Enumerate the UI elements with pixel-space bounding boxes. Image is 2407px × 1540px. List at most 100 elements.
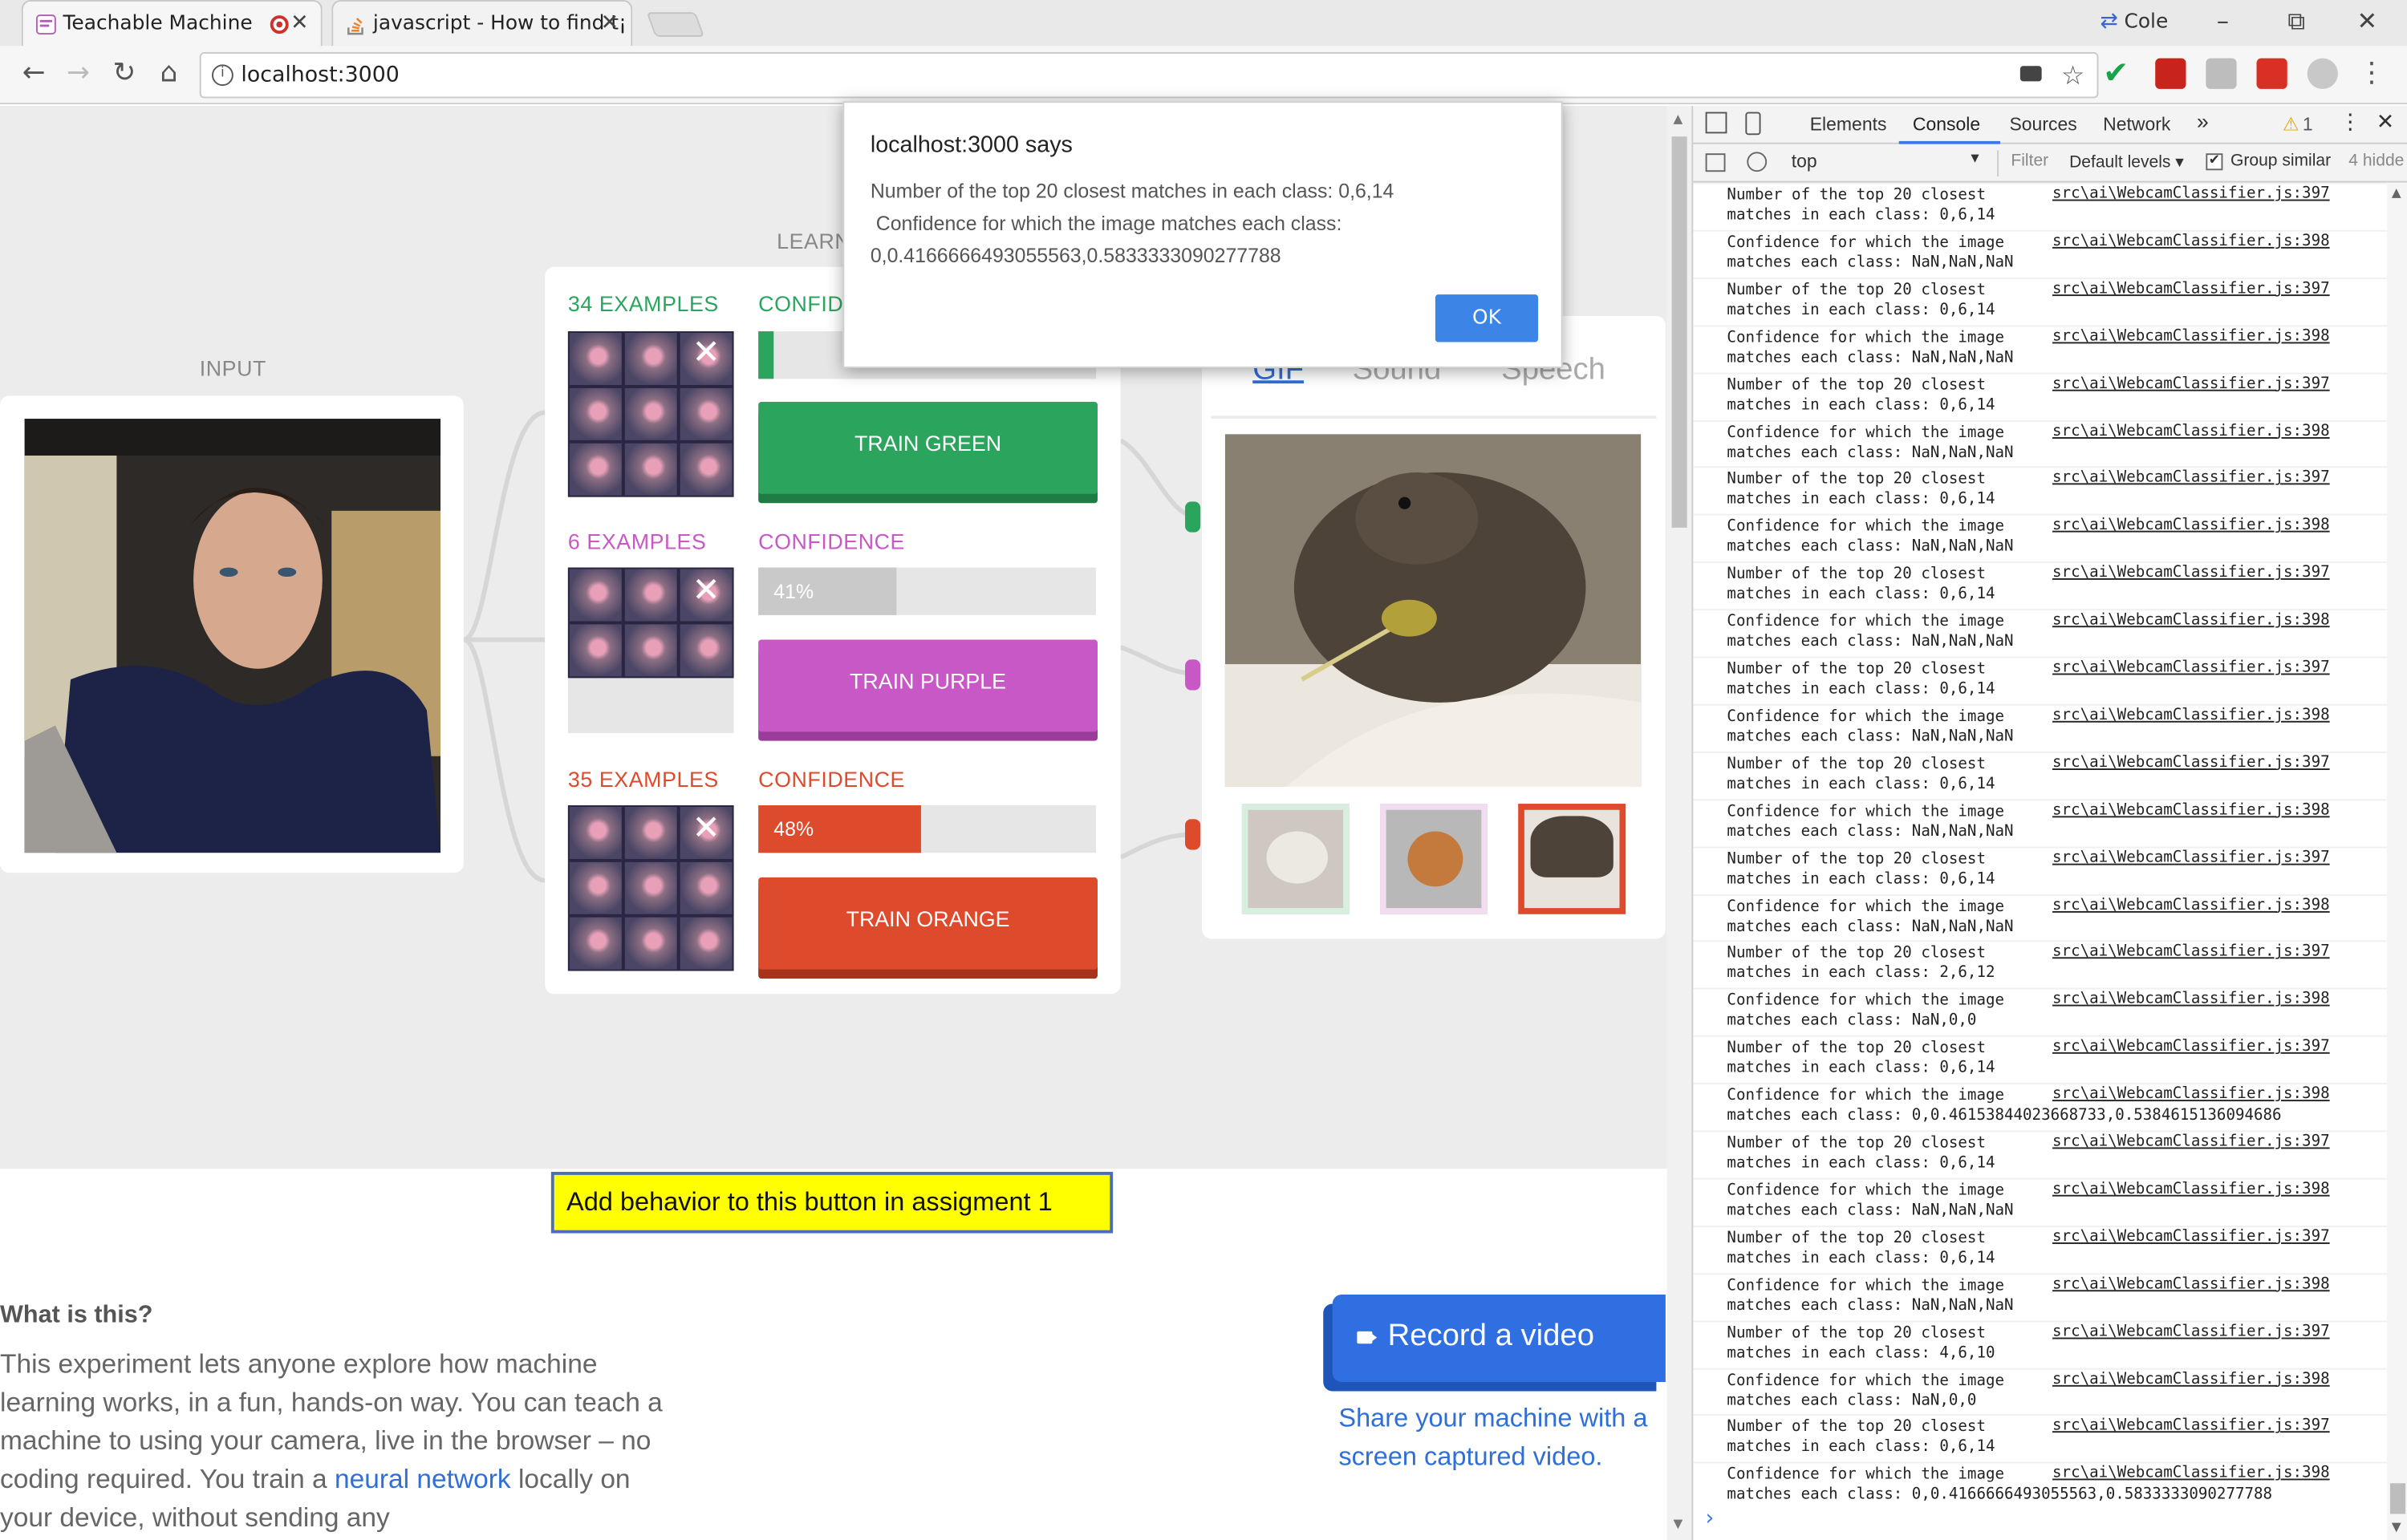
levels-value: Default levels bbox=[2069, 153, 2171, 172]
minimize-button[interactable]: – bbox=[2204, 6, 2241, 35]
profile-chip[interactable]: ⇄ Cole bbox=[2100, 9, 2168, 34]
network-link[interactable]: network bbox=[416, 1463, 510, 1493]
new-tab-button[interactable] bbox=[646, 12, 705, 37]
reload-icon[interactable]: ↻ bbox=[106, 57, 143, 89]
console-scrollbar[interactable]: ▲ ▼ bbox=[2387, 182, 2407, 1540]
console-log-source-link[interactable]: src\ai\WebcamClassifier.js:397 bbox=[2052, 565, 2330, 582]
ok-button[interactable]: OK bbox=[1435, 294, 1539, 342]
train-green-button[interactable]: TRAIN GREEN bbox=[758, 402, 1098, 494]
console-log-source-link[interactable]: src\ai\WebcamClassifier.js:398 bbox=[2052, 897, 2330, 914]
group-similar-checkbox[interactable]: ✔ bbox=[2206, 153, 2223, 171]
scroll-up-arrow-icon[interactable]: ▲ bbox=[1673, 112, 1682, 126]
stack-extension-icon[interactable] bbox=[2256, 58, 2287, 89]
tab-teachable-machine[interactable]: Teachable Machine ✕ bbox=[21, 0, 323, 47]
address-bar[interactable]: i localhost:3000 ☆ bbox=[199, 52, 2099, 99]
console-log-source-link[interactable]: src\ai\WebcamClassifier.js:397 bbox=[2052, 659, 2330, 676]
forward-icon[interactable]: → bbox=[60, 57, 97, 89]
console-log-source-link[interactable]: src\ai\WebcamClassifier.js:398 bbox=[2052, 1275, 2330, 1292]
console-log-source-link[interactable]: src\ai\WebcamClassifier.js:397 bbox=[2052, 1418, 2330, 1435]
console-log-source-link[interactable]: src\ai\WebcamClassifier.js:398 bbox=[2052, 991, 2330, 1008]
console-log-source-link[interactable]: src\ai\WebcamClassifier.js:397 bbox=[2052, 944, 2330, 961]
console-log-source-link[interactable]: src\ai\WebcamClassifier.js:398 bbox=[2052, 612, 2330, 629]
clear-console-icon[interactable] bbox=[1747, 152, 1768, 172]
console-log-source-link[interactable]: src\ai\WebcamClassifier.js:398 bbox=[2052, 328, 2330, 345]
more-tabs-icon[interactable]: » bbox=[2197, 109, 2209, 134]
console-scroll-down-icon[interactable]: ▼ bbox=[2392, 1520, 2401, 1534]
info-icon[interactable]: i bbox=[212, 64, 233, 87]
devtools-menu-icon[interactable]: ⋮ bbox=[2340, 111, 2361, 136]
page-scrollbar-thumb[interactable] bbox=[1671, 136, 1687, 528]
pdf-extension-icon[interactable] bbox=[2155, 58, 2186, 89]
gif-option-orange[interactable] bbox=[1518, 804, 1626, 914]
tab-network[interactable]: Network bbox=[2103, 114, 2170, 136]
menu-kebab-icon[interactable]: ⋮ bbox=[2353, 57, 2390, 89]
console-log-source-link[interactable]: src\ai\WebcamClassifier.js:397 bbox=[2052, 185, 2330, 202]
console-log-source-link[interactable]: src\ai\WebcamClassifier.js:398 bbox=[2052, 423, 2330, 440]
console-log-source-link[interactable]: src\ai\WebcamClassifier.js:398 bbox=[2052, 802, 2330, 819]
console-prompt[interactable]: › bbox=[1706, 1506, 1715, 1531]
log-separator bbox=[1693, 751, 2388, 753]
back-icon[interactable]: ← bbox=[15, 57, 52, 89]
console-log-source-link[interactable]: src\ai\WebcamClassifier.js:397 bbox=[2052, 1228, 2330, 1245]
close-tab-icon[interactable]: ✕ bbox=[290, 10, 308, 35]
assignment-button[interactable]: Add behavior to this button in assigment… bbox=[550, 1172, 1114, 1234]
context-selector[interactable]: top ▼ bbox=[1792, 150, 1988, 176]
console-log-source-link[interactable]: src\ai\WebcamClassifier.js:397 bbox=[2052, 281, 2330, 298]
shield-extension-icon[interactable] bbox=[2307, 58, 2338, 89]
console-log-source-link[interactable]: src\ai\WebcamClassifier.js:398 bbox=[2052, 1181, 2330, 1198]
tab-elements[interactable]: Elements bbox=[1810, 114, 1887, 136]
console-log-source-link[interactable]: src\ai\WebcamClassifier.js:398 bbox=[2052, 517, 2330, 534]
console-log-source-link[interactable]: src\ai\WebcamClassifier.js:397 bbox=[2052, 375, 2330, 392]
console-log-source-link[interactable]: src\ai\WebcamClassifier.js:397 bbox=[2052, 1323, 2330, 1340]
console-log-source-link[interactable]: src\ai\WebcamClassifier.js:397 bbox=[2052, 849, 2330, 866]
console-log-source-link[interactable]: src\ai\WebcamClassifier.js:398 bbox=[2052, 1465, 2330, 1482]
log-separator bbox=[1693, 609, 2388, 611]
console-log-source-link[interactable]: src\ai\WebcamClassifier.js:398 bbox=[2052, 707, 2330, 723]
clear-orange-icon[interactable]: ✕ bbox=[688, 810, 725, 849]
gif-option-purple[interactable] bbox=[1380, 804, 1488, 914]
console-log-source-link[interactable]: src\ai\WebcamClassifier.js:398 bbox=[2052, 1086, 2330, 1103]
scroll-down-arrow-icon[interactable]: ▼ bbox=[1673, 1517, 1682, 1530]
close-devtools-icon[interactable]: ✕ bbox=[2377, 111, 2394, 136]
video-camera-icon-lens bbox=[1370, 1332, 1378, 1343]
levels-dropdown[interactable]: Default levels ▾ bbox=[2069, 152, 2184, 172]
grey-extension-icon[interactable] bbox=[2206, 58, 2237, 89]
train-orange-button[interactable]: TRAIN ORANGE bbox=[758, 877, 1098, 970]
console-scrollbar-thumb[interactable] bbox=[2389, 1483, 2406, 1514]
console-log-source-link[interactable]: src\ai\WebcamClassifier.js:397 bbox=[2052, 1039, 2330, 1056]
record-video-button[interactable]: Record a video bbox=[1332, 1295, 1666, 1383]
tab-stackoverflow[interactable]: javascript - How to find t¡ ✕ bbox=[331, 0, 633, 47]
log-separator bbox=[1693, 277, 2388, 279]
clear-purple-icon[interactable]: ✕ bbox=[688, 572, 725, 610]
console-log-source-link[interactable]: src\ai\WebcamClassifier.js:397 bbox=[2052, 470, 2330, 487]
device-toolbar-icon[interactable] bbox=[1745, 111, 1761, 136]
console-log-source-link[interactable]: src\ai\WebcamClassifier.js:397 bbox=[2052, 1133, 2330, 1150]
console-scroll-up-icon[interactable]: ▲ bbox=[2392, 185, 2401, 199]
input-card bbox=[0, 395, 464, 873]
camera-icon[interactable] bbox=[2019, 66, 2042, 82]
url-text: localhost:3000 bbox=[241, 63, 400, 88]
checkmark-extension-icon[interactable]: ✔ bbox=[2103, 57, 2133, 89]
bookmark-star-icon[interactable]: ☆ bbox=[2061, 55, 2084, 99]
train-purple-button[interactable]: TRAIN PURPLE bbox=[758, 639, 1098, 732]
filter-input[interactable]: Filter bbox=[2011, 152, 2048, 170]
tab-sources[interactable]: Sources bbox=[2009, 114, 2076, 136]
console-log-source-link[interactable]: src\ai\WebcamClassifier.js:398 bbox=[2052, 1371, 2330, 1388]
log-separator bbox=[1693, 988, 2388, 991]
neural-link[interactable]: neural bbox=[335, 1463, 409, 1493]
warning-icon[interactable]: ⚠ bbox=[2283, 114, 2299, 136]
close-window-button[interactable]: ✕ bbox=[2348, 6, 2385, 35]
sidebar-toggle-icon[interactable] bbox=[1705, 153, 1726, 172]
gif-option-green[interactable] bbox=[1241, 804, 1350, 914]
tab-console[interactable]: Console bbox=[1913, 114, 1980, 136]
home-icon[interactable]: ⌂ bbox=[151, 57, 188, 89]
clear-green-icon[interactable]: ✕ bbox=[688, 334, 725, 373]
green-examples-count: 34 EXAMPLES bbox=[567, 291, 719, 316]
page-scrollbar[interactable]: ▲ ▼ bbox=[1666, 105, 1692, 1540]
restore-button[interactable]: ⧉ bbox=[2278, 6, 2315, 37]
inspect-element-icon[interactable] bbox=[1705, 111, 1727, 134]
console-log-source-link[interactable]: src\ai\WebcamClassifier.js:398 bbox=[2052, 233, 2330, 249]
close-tab-icon[interactable]: ✕ bbox=[601, 10, 619, 35]
console-log-source-link[interactable]: src\ai\WebcamClassifier.js:397 bbox=[2052, 754, 2330, 771]
output-gif bbox=[1224, 434, 1642, 788]
